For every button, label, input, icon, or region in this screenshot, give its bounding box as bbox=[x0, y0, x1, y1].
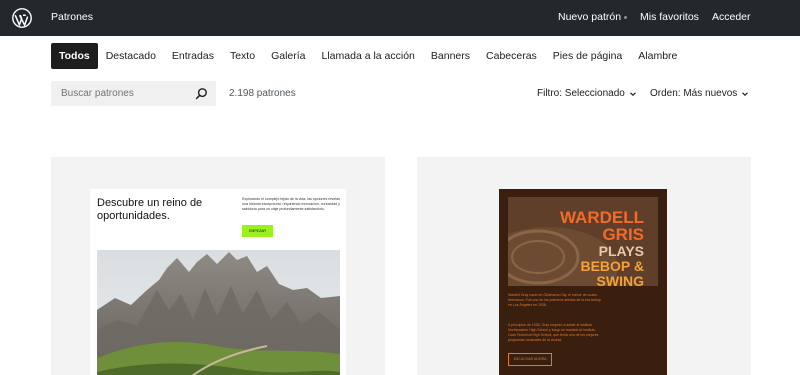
headline-line-2: GRIS bbox=[602, 225, 644, 244]
chevron-down-icon bbox=[742, 91, 749, 96]
chevron-down-icon bbox=[629, 91, 636, 96]
search-icon[interactable] bbox=[195, 87, 208, 100]
pattern-preview: WARDELL GRIS PLAYS BEBOP & SWING Wardell… bbox=[499, 189, 667, 375]
tab-banners[interactable]: Banners bbox=[423, 43, 478, 69]
headline-line-3: PLAYS bbox=[598, 243, 644, 259]
nav-separator-dot bbox=[624, 16, 627, 19]
headline-line-4: BEBOP & bbox=[580, 258, 644, 274]
filter-dropdown[interactable]: Filtro: Seleccionado bbox=[537, 88, 637, 99]
tab-llamada-a-la-accion[interactable]: Llamada a la acción bbox=[314, 43, 423, 69]
headline-line-1: WARDELL bbox=[559, 208, 644, 227]
nav-favorites[interactable]: Mis favoritos bbox=[640, 11, 699, 23]
nav-new-pattern[interactable]: Nuevo patrón bbox=[558, 11, 621, 23]
tab-destacado[interactable]: Destacado bbox=[98, 43, 164, 69]
mountain-photo bbox=[97, 250, 340, 375]
tab-entradas[interactable]: Entradas bbox=[164, 43, 222, 69]
site-title[interactable]: Patrones bbox=[51, 11, 93, 23]
search-input[interactable] bbox=[51, 81, 191, 106]
tab-pies-de-pagina[interactable]: Pies de página bbox=[545, 43, 630, 69]
pattern-preview: Descubre un reino de oportunidades. Expl… bbox=[90, 189, 346, 375]
tab-texto[interactable]: Texto bbox=[222, 43, 263, 69]
wordpress-logo-icon[interactable] bbox=[12, 8, 32, 28]
tab-alambre[interactable]: Alambre bbox=[630, 43, 685, 69]
category-tabs: Todos Destacado Entradas Texto Galería L… bbox=[51, 43, 685, 69]
tab-galeria[interactable]: Galería bbox=[263, 43, 313, 69]
search-box bbox=[51, 81, 216, 106]
nav-login[interactable]: Acceder bbox=[712, 11, 751, 23]
order-dropdown[interactable]: Orden: Más nuevos bbox=[650, 88, 749, 99]
poster-button: ESCUCHAR AHORA bbox=[508, 353, 552, 366]
poster-headline: WARDELL GRIS PLAYS BEBOP & SWING bbox=[560, 209, 644, 286]
order-label: Orden: Más nuevos bbox=[650, 88, 738, 99]
preview-heading: Descubre un reino de oportunidades. bbox=[97, 197, 203, 222]
preview-description: Explorando el complejo tejido de la vida… bbox=[242, 197, 341, 211]
poster-artwork: WARDELL GRIS PLAYS BEBOP & SWING bbox=[508, 197, 658, 286]
filter-label: Filtro: Seleccionado bbox=[537, 88, 625, 99]
pattern-card[interactable]: WARDELL GRIS PLAYS BEBOP & SWING Wardell… bbox=[417, 157, 751, 375]
tab-todos[interactable]: Todos bbox=[51, 43, 98, 69]
tab-cabeceras[interactable]: Cabeceras bbox=[478, 43, 545, 69]
poster-text-1: Wardell Gray nació en Oklahoma City, el … bbox=[508, 293, 601, 307]
headline-line-5: SWING bbox=[596, 273, 644, 287]
pattern-count: 2.198 patrones bbox=[229, 88, 296, 99]
poster-text-2: A principios de 1936, Gray empezó a asis… bbox=[508, 323, 599, 342]
pattern-card[interactable]: Descubre un reino de oportunidades. Expl… bbox=[51, 157, 385, 375]
preview-cta-button: EMPEZAR bbox=[242, 225, 273, 237]
